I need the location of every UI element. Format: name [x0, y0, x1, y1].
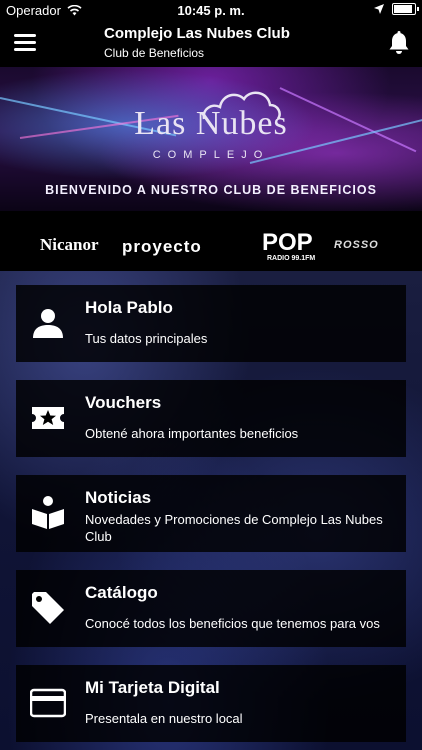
ticket-icon: [32, 407, 64, 429]
digital-card-card[interactable]: Mi Tarjeta Digital Presentala en nuestro…: [16, 665, 406, 742]
card-description: Tus datos principales: [85, 331, 208, 346]
hero-banner: Las Nubes COMPLEJO BIENVENIDO A NUESTRO …: [0, 67, 422, 211]
location-arrow-icon: [374, 4, 384, 14]
card-title: Catálogo: [85, 583, 158, 602]
logo-title: Las Nubes: [134, 105, 288, 142]
vouchers-card[interactable]: Vouchers Obtené ahora importantes benefi…: [16, 380, 406, 457]
person-icon: [33, 309, 63, 338]
welcome-text: BIENVENIDO A NUESTRO CLUB DE BENEFICIOS: [45, 183, 377, 197]
sponsor-pop-logo: POP: [262, 229, 313, 256]
news-card[interactable]: Noticias Novedades y Promociones de Comp…: [16, 475, 406, 552]
navigation-bar: Complejo Las Nubes Club Club de Benefici…: [0, 20, 422, 67]
menu-list: Hola Pablo Tus datos principales Voucher…: [0, 271, 422, 750]
bell-icon[interactable]: [388, 31, 410, 55]
credit-card-icon: [30, 688, 66, 718]
card-description: Novedades y Promociones de Complejo Las …: [85, 512, 383, 544]
hamburger-menu-button[interactable]: [14, 34, 36, 52]
logo-subtitle: COMPLEJO: [152, 149, 270, 161]
hamburger-icon: [14, 34, 36, 37]
reading-icon: [32, 496, 64, 529]
card-description: Presentala en nuestro local: [85, 711, 243, 726]
battery-icon: [392, 3, 419, 15]
status-bar: Operador 10:45 p. m.: [0, 0, 422, 20]
card-title: Vouchers: [85, 393, 162, 412]
sponsor-rosso-logo: ROSSO: [334, 239, 379, 251]
catalog-card[interactable]: Catálogo Conocé todos los beneficios que…: [16, 570, 406, 647]
sponsor-proyecto-logo: proyecto: [122, 237, 202, 256]
tag-icon: [32, 592, 64, 624]
app-title: Complejo Las Nubes Club: [104, 25, 290, 42]
profile-card[interactable]: Hola Pablo Tus datos principales: [16, 285, 406, 362]
card-title: Noticias: [85, 488, 152, 507]
card-description: Obtené ahora importantes beneficios: [85, 426, 299, 441]
app-subtitle: Club de Beneficios: [104, 46, 205, 60]
card-description: Conocé todos los beneficios que tenemos …: [85, 616, 380, 631]
card-title: Mi Tarjeta Digital: [85, 678, 220, 697]
sponsor-nicanor-logo: Nicanor: [40, 235, 99, 254]
sponsor-pop-subtitle: RADIO 99.1FM: [267, 255, 316, 262]
card-title: Hola Pablo: [85, 298, 173, 317]
sponsors-strip: Nicanor proyecto POP RADIO 99.1FM ROSSO: [0, 211, 422, 271]
clock: 10:45 p. m.: [177, 3, 245, 18]
